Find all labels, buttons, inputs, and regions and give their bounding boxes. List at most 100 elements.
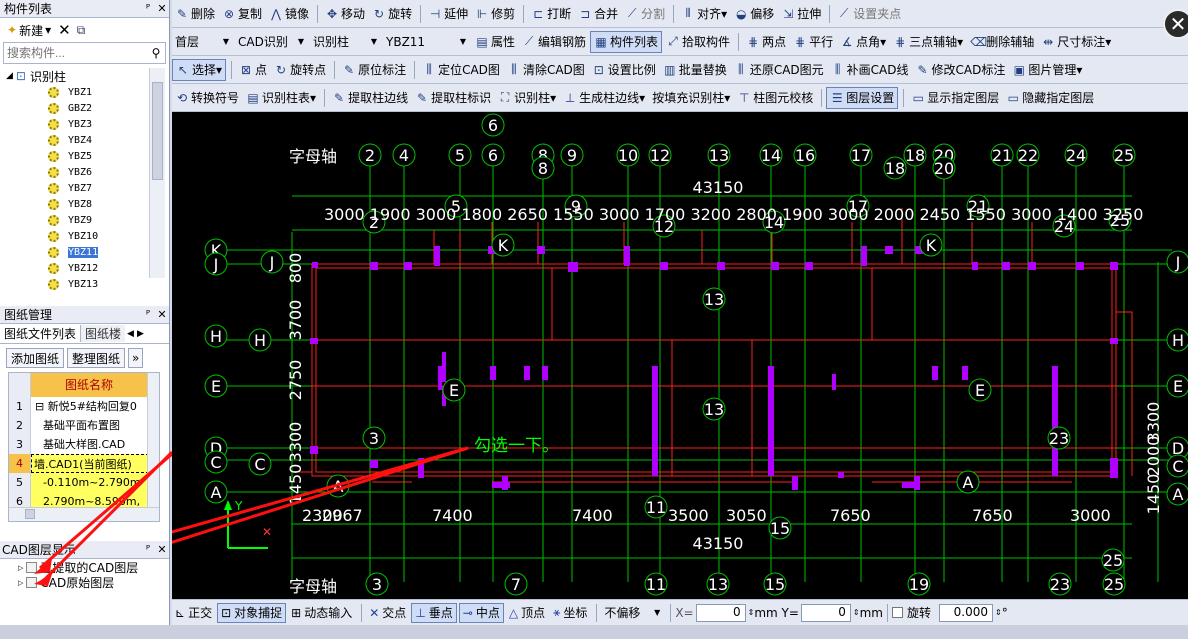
tree-item[interactable]: YBZ13 [0, 276, 169, 292]
delete-icon[interactable]: ✕ [58, 21, 71, 39]
close-overlay-button[interactable]: ✕ [1163, 9, 1188, 39]
image-management-button[interactable]: ▣ 图片管理 ▾ [1009, 59, 1085, 81]
tree-item[interactable]: YBZ6 [0, 164, 169, 180]
object-snap-toggle[interactable]: ⊡ 对象捕捉 [217, 602, 287, 623]
x-spinner-icon[interactable]: ⇕ [748, 608, 755, 617]
move-button[interactable]: ✥ 移动 [322, 3, 368, 25]
offset-select[interactable]: 不偏移 ▼ [601, 603, 663, 623]
tree-item[interactable]: YBZ9 [0, 212, 169, 228]
point-angle-button[interactable]: ∡ 点角 ▾ [837, 31, 889, 53]
three-point-axis-button[interactable]: ⋕ 三点辅轴 ▾ [890, 31, 966, 53]
intersection-snap[interactable]: ✕ 交点 [366, 603, 409, 623]
extract-column-edge-button[interactable]: ✎ 提取柱边线 [329, 87, 411, 109]
y-input[interactable]: 0 [800, 603, 851, 622]
parallel-button[interactable]: ⋕ 平行 [790, 31, 836, 53]
organize-drawing-button[interactable]: 整理图纸 [67, 348, 126, 368]
tree-item[interactable]: YBZ3 [0, 116, 169, 132]
column-check-button[interactable]: ⊤ 柱图元校核 [734, 87, 816, 109]
floor-select[interactable]: 首层 ▼ [172, 32, 232, 52]
convert-symbol-button[interactable]: ⟲ 转换符号 [172, 87, 242, 109]
hide-layer-button[interactable]: ▭ 隐藏指定图层 [1003, 87, 1097, 109]
rotate-button[interactable]: ↻ 旋转 [369, 3, 415, 25]
tab-drawing-floor[interactable]: 图纸楼 [81, 325, 126, 342]
add-drawing-button[interactable]: 添加图纸 [6, 348, 65, 368]
x-input[interactable]: 0 [695, 603, 746, 622]
tree-item[interactable]: GBZ2 [0, 100, 169, 116]
tree-item[interactable]: YBZ4 [0, 132, 169, 148]
in-place-mark-button[interactable]: ✎ 原位标注 [339, 59, 409, 81]
tree-item[interactable]: YBZ7 [0, 180, 169, 196]
pin-icon[interactable]: ᴾ [141, 2, 155, 15]
copy-button[interactable]: ⊗ 复制 [219, 3, 265, 25]
rotate-spinner-icon[interactable]: ⇕ [995, 608, 1002, 617]
property-button[interactable]: ▤ 属性 [472, 31, 518, 53]
split-button[interactable]: ⟋ 分割 [622, 3, 668, 25]
copy-icon[interactable]: ⧉ [77, 23, 86, 38]
draw-cad-line-button[interactable]: ⫼ 补画CAD线 [828, 59, 912, 81]
vertex-snap[interactable]: △ 顶点 [506, 603, 548, 623]
clear-cad-button[interactable]: ⫼ 清除CAD图 [504, 59, 588, 81]
pick-component-button[interactable]: ⤢ 拾取构件 [663, 31, 733, 53]
dynamic-input-toggle[interactable]: ⊞ 动态输入 [288, 603, 355, 623]
generate-column-edge-button[interactable]: ⊥ 生成柱边线 ▾ [560, 87, 648, 109]
break-button[interactable]: ⊏ 打断 [528, 3, 574, 25]
tree-item[interactable]: YBZ1 [0, 84, 169, 100]
offset-button[interactable]: ◒ 偏移 [731, 3, 777, 25]
search-input[interactable] [4, 44, 147, 62]
recognize-column-button[interactable]: ⛶ 识别柱 ▾ [495, 87, 559, 109]
midpoint-snap[interactable]: ⊸ 中点 [458, 602, 504, 623]
batch-replace-button[interactable]: ▥ 批量替换 [660, 59, 730, 81]
tree-root[interactable]: ◢ ⊡ 识别柱 [0, 68, 169, 84]
delete-button[interactable]: ✎ 删除 [172, 3, 218, 25]
recognize-by-fill-button[interactable]: 按填充识别柱 ▾ [649, 87, 733, 109]
drawing-row[interactable]: 2 基础平面布置图 [9, 416, 159, 435]
mirror-button[interactable]: ⋀ 镜像 [266, 3, 312, 25]
tree-scrollbar[interactable] [149, 68, 165, 278]
rotate-point-button[interactable]: ↻ 旋转点 [271, 59, 329, 81]
two-point-button[interactable]: ⋕ 两点 [743, 31, 789, 53]
perpendicular-snap[interactable]: ⊥ 垂点 [411, 602, 457, 623]
point-button[interactable]: ⊠ 点 [236, 59, 270, 81]
recognize-column-table-button[interactable]: ▤ 识别柱表 ▾ [243, 87, 319, 109]
select-button[interactable]: ↖ 选择 ▾ [172, 58, 227, 81]
close-icon[interactable]: ✕ [155, 2, 169, 15]
tree-item[interactable]: YBZ10 [0, 228, 169, 244]
close-icon[interactable]: ✕ [155, 308, 169, 321]
merge-button[interactable]: ⊐ 合并 [575, 3, 621, 25]
search-icon[interactable]: ⚲ [147, 46, 165, 60]
component-search-box[interactable]: ⚲ [3, 42, 166, 64]
coordinate-snap[interactable]: ⚹ 坐标 [550, 603, 590, 623]
delete-axis-button[interactable]: ⌫ 删除辅轴 [967, 31, 1037, 53]
new-button[interactable]: ✦ 新建 ▾ [3, 20, 55, 40]
stretch-button[interactable]: ⇲ 拉伸 [778, 3, 824, 25]
tab-scroll-left-icon[interactable]: ◀ [127, 329, 134, 339]
trim-button[interactable]: ⊩ 修剪 [472, 3, 518, 25]
scroll-thumb[interactable] [152, 82, 163, 180]
set-scale-button[interactable]: ⊡ 设置比例 [589, 59, 659, 81]
tree-item[interactable]: YBZ8 [0, 196, 169, 212]
edit-rebar-button[interactable]: ⟋ 编辑钢筋 [519, 31, 589, 53]
dimension-button[interactable]: ⇹ 尺寸标注 ▾ [1038, 31, 1114, 53]
drawing-row[interactable]: 1 ⊟ 新悦5#结构回复0 [9, 397, 159, 416]
locate-cad-button[interactable]: ⫼ 定位CAD图 [419, 59, 503, 81]
extract-column-label-button[interactable]: ✎ 提取柱标识 [412, 87, 494, 109]
tree-item[interactable]: YBZ12 [0, 260, 169, 276]
type-select[interactable]: 识别柱 ▼ [310, 32, 380, 52]
pin-icon[interactable]: ᴾ [141, 308, 155, 321]
component-list-button[interactable]: ▦ 构件列表 [590, 30, 663, 53]
tab-scroll-right-icon[interactable]: ▶ [137, 329, 144, 339]
tree-item[interactable]: YBZ11 [0, 244, 169, 260]
extend-button[interactable]: ⊣ 延伸 [425, 3, 471, 25]
component-select[interactable]: YBZ11 ▼ [383, 32, 469, 52]
align-button[interactable]: ⫴ 对齐 ▾ [678, 3, 730, 25]
ortho-toggle[interactable]: ⊾ 正交 [172, 603, 215, 623]
cad-drawing-canvas[interactable]: 2 4 5 6 8 9 10 12 13 14 16 17 18 20 21 22 24 25 6 8 18 20 5 2 9 1… [172, 112, 1188, 599]
cad-select[interactable]: CAD识别 ▼ [235, 32, 307, 52]
set-grip-button[interactable]: ⟋ 设置夹点 [834, 3, 904, 25]
show-layer-button[interactable]: ▭ 显示指定图层 [908, 87, 1002, 109]
more-button[interactable]: » [128, 348, 144, 368]
rotate-input[interactable]: 0.000 [939, 603, 993, 622]
modify-cad-mark-button[interactable]: ✎ 修改CAD标注 [913, 59, 1009, 81]
y-spinner-icon[interactable]: ⇕ [853, 608, 860, 617]
rotate-checkbox[interactable] [891, 607, 903, 618]
